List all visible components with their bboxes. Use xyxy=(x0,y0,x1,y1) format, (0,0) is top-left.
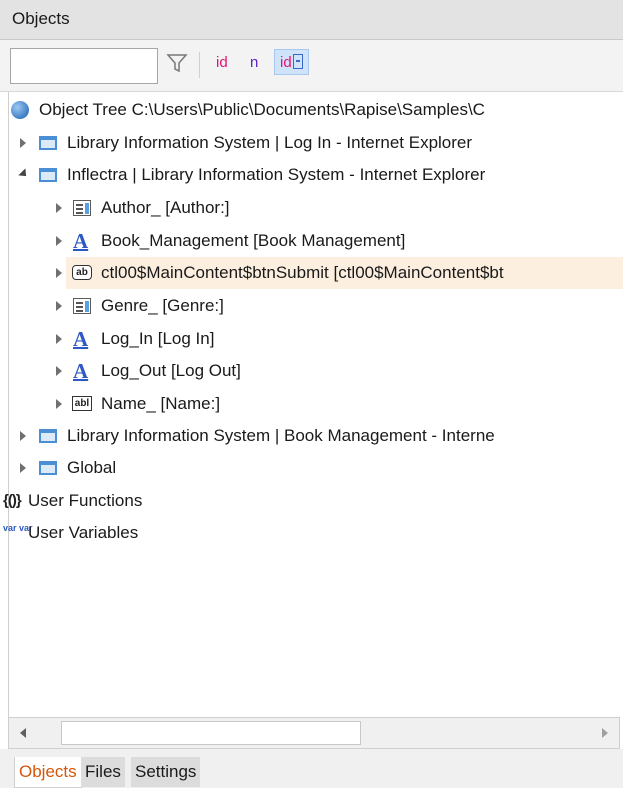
show-id-button[interactable]: id xyxy=(216,54,228,71)
expand-arrow-icon[interactable] xyxy=(56,268,62,278)
object-tree[interactable]: Object Tree C:\Users\Public\Documents\Ra… xyxy=(3,92,623,718)
tab-files[interactable]: Files xyxy=(81,757,125,787)
expand-arrow-icon[interactable] xyxy=(56,334,62,344)
expand-arrow-icon[interactable] xyxy=(56,301,62,311)
tab-objects[interactable]: Objects xyxy=(14,757,82,788)
tree-node-label: Inflectra | Library Information System -… xyxy=(67,165,486,184)
tree-node-label: Genre_ [Genre:] xyxy=(101,296,224,315)
search-input[interactable] xyxy=(10,48,158,84)
globe-icon xyxy=(11,101,29,119)
tab-settings[interactable]: Settings xyxy=(131,757,201,787)
scroll-thumb[interactable] xyxy=(61,721,361,745)
window-icon xyxy=(39,136,57,150)
link-icon: A xyxy=(73,327,89,351)
tree-node-label: Name_ [Name:] xyxy=(101,394,221,413)
panel-title: Objects xyxy=(12,9,70,28)
function-icon: {()} xyxy=(3,492,22,509)
show-id-location-button[interactable]: id xyxy=(274,49,309,75)
window-icon xyxy=(39,461,57,475)
expand-arrow-icon[interactable] xyxy=(20,138,26,148)
tree-node-label: Book_Management [Book Management] xyxy=(101,231,406,250)
tree-node-label: Global xyxy=(67,458,117,477)
listbox-icon xyxy=(73,298,91,314)
window-icon xyxy=(39,429,57,443)
scroll-right-button[interactable] xyxy=(589,718,619,748)
bottom-tab-bar: Objects Files Settings xyxy=(0,749,623,788)
horizontal-scrollbar[interactable] xyxy=(8,717,620,749)
panel-title-bar: Objects xyxy=(0,0,623,40)
link-icon: A xyxy=(73,229,89,253)
show-id-location-label: id xyxy=(280,54,292,71)
tree-node-label: User Functions xyxy=(28,491,143,510)
tree-node-label: Log_Out [Log Out] xyxy=(101,361,241,380)
filter-icon[interactable] xyxy=(166,52,188,74)
expand-arrow-icon[interactable] xyxy=(56,366,62,376)
expand-arrow-icon[interactable] xyxy=(56,236,62,246)
textbox-icon: abl xyxy=(72,396,92,411)
expand-arrow-icon[interactable] xyxy=(56,399,62,409)
toolbar: id n id xyxy=(0,40,623,92)
tree-node-label: Log_In [Log In] xyxy=(101,329,215,348)
window-icon xyxy=(39,168,57,182)
tree-root-label: Object Tree C:\Users\Public\Documents\Ra… xyxy=(39,100,485,119)
listbox-icon xyxy=(73,200,91,216)
toolbar-separator xyxy=(199,52,200,78)
scroll-left-button[interactable] xyxy=(9,718,39,748)
variable-icon: var var xyxy=(3,523,33,533)
expand-arrow-icon[interactable] xyxy=(20,431,26,441)
tree-node-label: User Variables xyxy=(28,523,139,542)
tree-node-label: Author_ [Author:] xyxy=(101,198,230,217)
button-icon: ab xyxy=(72,265,92,280)
show-name-button[interactable]: n xyxy=(250,54,258,71)
tree-node-label: Library Information System | Book Manage… xyxy=(67,426,495,445)
expand-arrow-icon[interactable] xyxy=(20,463,26,473)
expand-arrow-icon[interactable] xyxy=(56,203,62,213)
tree-node-label: ctl00$MainContent$btnSubmit [ctl00$MainC… xyxy=(101,263,504,282)
tree-node-btn-submit[interactable]: ab ctl00$MainContent$btnSubmit [ctl00$Ma… xyxy=(56,257,623,289)
tree-node-label: Library Information System | Log In - In… xyxy=(67,133,473,152)
link-icon: A xyxy=(73,359,89,383)
collapse-arrow-icon[interactable] xyxy=(18,168,30,180)
locator-icon xyxy=(292,54,303,69)
